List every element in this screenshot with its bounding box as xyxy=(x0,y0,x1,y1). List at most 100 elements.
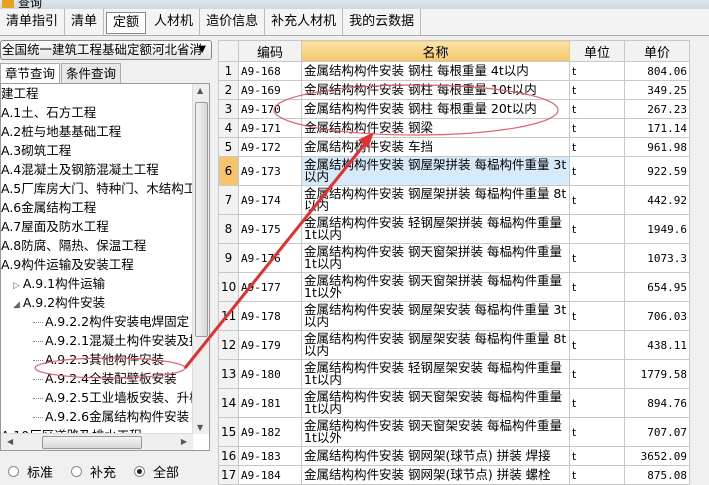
unit-cell[interactable]: t xyxy=(569,99,625,119)
row-number[interactable]: 13 xyxy=(218,359,239,389)
name-cell[interactable]: 金属结构构件安装 钢天窗架安装 每榀构件重量 1t以内 xyxy=(301,388,570,418)
tree-item[interactable]: A.9构件运输及安装工程 xyxy=(1,255,209,274)
table-row[interactable]: 14 A9-181 金属结构构件安装 钢天窗架安装 每榀构件重量 1t以内 t 894.… xyxy=(218,388,690,418)
name-cell[interactable]: 金属结构构件安装 钢梁 xyxy=(301,118,570,138)
name-cell[interactable]: 金属结构构件安装 钢柱 每根重量 4t以内 xyxy=(301,61,570,81)
unit-cell[interactable]: t xyxy=(569,80,625,100)
code-cell[interactable]: A9-182 xyxy=(238,417,302,447)
scroll-up-icon[interactable]: ▲ xyxy=(197,86,203,95)
tree-item[interactable]: A.2桩与地基基础工程 xyxy=(1,122,209,141)
table-row[interactable]: 11 A9-178 金属结构构件安装 钢屋架安装 每榀构件重量 3t以内 t 706.0… xyxy=(218,301,690,331)
unit-cell[interactable]: t xyxy=(569,243,625,273)
code-cell[interactable]: A9-171 xyxy=(238,118,302,138)
row-number[interactable]: 5 xyxy=(218,137,239,157)
table-row[interactable]: 5 A9-172 金属结构构件安装 车挡 t 961.98 xyxy=(218,137,690,157)
tree-item[interactable]: A.9.2.2构件安装电焊固定 xyxy=(1,312,209,331)
table-row[interactable]: 7 A9-174 金属结构构件安装 钢屋架拼装 每榀构件重量 8t以内 t 442.92 xyxy=(218,185,690,215)
column-header[interactable]: 编码 xyxy=(238,40,302,62)
quota-library-dropdown[interactable]: 全国统一建筑工程基础定额河北省消 ▼ xyxy=(0,40,212,60)
unit-cell[interactable]: t xyxy=(569,465,625,485)
row-number[interactable]: 7 xyxy=(218,185,239,215)
tree-item[interactable]: A.9.2.3其他构件安装 xyxy=(1,350,209,369)
price-cell[interactable]: 1073.3 xyxy=(624,243,690,273)
code-cell[interactable]: A9-174 xyxy=(238,185,302,215)
table-row[interactable]: 13 A9-180 金属结构构件安装 轻钢屋架安装 每榀构件重量 1t以内 t 1779… xyxy=(218,359,690,389)
row-number[interactable]: 15 xyxy=(218,417,239,447)
name-cell[interactable]: 金属结构构件安装 钢屋架安装 每榀构件重量 3t以内 xyxy=(301,301,570,331)
unit-cell[interactable]: t xyxy=(569,272,625,302)
radio-circle[interactable] xyxy=(8,466,19,477)
price-cell[interactable]: 171.14 xyxy=(624,118,690,138)
code-cell[interactable]: A9-172 xyxy=(238,137,302,157)
unit-cell[interactable]: t xyxy=(569,359,625,389)
table-row[interactable]: 1 A9-168 金属结构构件安装 钢柱 每根重量 4t以内 t 804.06 xyxy=(218,61,690,81)
tab-2[interactable]: 定额 xyxy=(106,12,147,34)
tree-item[interactable]: ◢ A.9.2构件安装 xyxy=(1,293,209,312)
tree-item[interactable]: A.4混凝土及钢筋混凝土工程 xyxy=(1,160,209,179)
price-cell[interactable]: 804.06 xyxy=(624,61,690,81)
tree-item[interactable]: A.7屋面及防水工程 xyxy=(1,217,209,236)
code-cell[interactable]: A9-180 xyxy=(238,359,302,389)
tree-item[interactable]: A.3砌筑工程 xyxy=(1,141,209,160)
tab-3[interactable]: 人材机 xyxy=(148,9,201,35)
unit-cell[interactable]: t xyxy=(569,417,625,447)
tab-4[interactable]: 造价信息 xyxy=(200,9,266,35)
name-cell[interactable]: 金属结构构件安装 钢屋架安装 每榀构件重量 8t以内 xyxy=(301,330,570,360)
price-cell[interactable]: 875.08 xyxy=(624,465,690,485)
unit-cell[interactable]: t xyxy=(569,214,625,244)
name-cell[interactable]: 金属结构构件安装 钢天窗架拼装 每榀构件重量 1t以外 xyxy=(301,272,570,302)
tree-item[interactable]: A.5厂库房大门、特种门、木结构工 xyxy=(1,179,209,198)
row-number[interactable]: 14 xyxy=(218,388,239,418)
name-cell[interactable]: 金属结构构件安装 钢柱 每根重量 20t以内 xyxy=(301,99,570,119)
name-cell[interactable]: 金属结构构件安装 轻钢屋架安装 每榀构件重量 1t以内 xyxy=(301,359,570,389)
name-cell[interactable]: 金属结构构件安装 钢天窗架安装 每榀构件重量 1t以外 xyxy=(301,417,570,447)
column-header[interactable]: 单位 xyxy=(569,40,625,62)
scroll-right-icon[interactable]: ▶ xyxy=(181,437,187,446)
row-number[interactable]: 12 xyxy=(218,330,239,360)
price-cell[interactable]: 442.92 xyxy=(624,185,690,215)
unit-cell[interactable]: t xyxy=(569,137,625,157)
code-cell[interactable]: A9-169 xyxy=(238,80,302,100)
expand-icon[interactable]: ▷ xyxy=(13,281,20,291)
table-row[interactable]: 9 A9-176 金属结构构件安装 钢天窗架拼装 每榀构件重量 1t以内 t 1073.… xyxy=(218,243,690,273)
code-cell[interactable]: A9-183 xyxy=(238,446,302,466)
unit-cell[interactable]: t xyxy=(569,156,625,186)
table-row[interactable]: 4 A9-171 金属结构构件安装 钢梁 t 171.14 xyxy=(218,118,690,138)
table-row[interactable]: 17 A9-184 金属结构构件安装 钢网架(球节点) 拼装 螺栓 t 875.08 xyxy=(218,465,690,485)
scrollbar-thumb[interactable] xyxy=(42,436,142,449)
table-row[interactable]: 8 A9-175 金属结构构件安装 轻钢屋架拼装 每榀构件重量 1t以内 t 1949.… xyxy=(218,214,690,244)
unit-cell[interactable]: t xyxy=(569,61,625,81)
price-cell[interactable]: 3652.09 xyxy=(624,446,690,466)
row-number[interactable]: 8 xyxy=(218,214,239,244)
subtab-0[interactable]: 章节查询 xyxy=(0,63,61,84)
code-cell[interactable]: A9-173 xyxy=(238,156,302,186)
code-cell[interactable]: A9-175 xyxy=(238,214,302,244)
row-number[interactable]: 10 xyxy=(218,272,239,302)
name-cell[interactable]: 金属结构构件安装 钢屋架拼装 每榀构件重量 8t以内 xyxy=(301,185,570,215)
price-cell[interactable]: 706.03 xyxy=(624,301,690,331)
chevron-down-icon[interactable]: ▼ xyxy=(198,41,206,59)
price-cell[interactable]: 707.07 xyxy=(624,417,690,447)
code-cell[interactable]: A9-178 xyxy=(238,301,302,331)
table-row[interactable]: 10 A9-177 金属结构构件安装 钢天窗架拼装 每榀构件重量 1t以外 t 654.… xyxy=(218,272,690,302)
row-number[interactable]: 9 xyxy=(218,243,239,273)
tab-5[interactable]: 补充人材机 xyxy=(265,9,344,35)
radio-circle[interactable] xyxy=(134,466,146,477)
unit-cell[interactable]: t xyxy=(569,388,625,418)
tree-item[interactable]: A.8防腐、隔热、保温工程 xyxy=(1,236,209,255)
unit-cell[interactable]: t xyxy=(569,301,625,331)
code-cell[interactable]: A9-184 xyxy=(238,465,302,485)
table-row[interactable]: 16 A9-183 金属结构构件安装 钢网架(球节点) 拼装 焊接 t 3652.09 xyxy=(218,446,690,466)
code-cell[interactable]: A9-168 xyxy=(238,61,302,81)
price-cell[interactable]: 1949.6 xyxy=(624,214,690,244)
name-cell[interactable]: 金属结构构件安装 钢天窗架拼装 每榀构件重量 1t以内 xyxy=(301,243,570,273)
column-header[interactable]: 单价 xyxy=(624,40,690,62)
row-number[interactable]: 16 xyxy=(218,446,239,466)
row-number[interactable]: 11 xyxy=(218,301,239,331)
tree-item[interactable]: A.6金属结构工程 xyxy=(1,198,209,217)
row-number[interactable]: 6 xyxy=(218,156,239,186)
name-cell[interactable]: 金属结构构件安装 轻钢屋架拼装 每榀构件重量 1t以内 xyxy=(301,214,570,244)
radio-circle[interactable] xyxy=(71,466,83,477)
expand-icon[interactable]: ◢ xyxy=(13,300,20,310)
tree-item[interactable]: ▷ A.9.1构件运输 xyxy=(1,274,209,293)
